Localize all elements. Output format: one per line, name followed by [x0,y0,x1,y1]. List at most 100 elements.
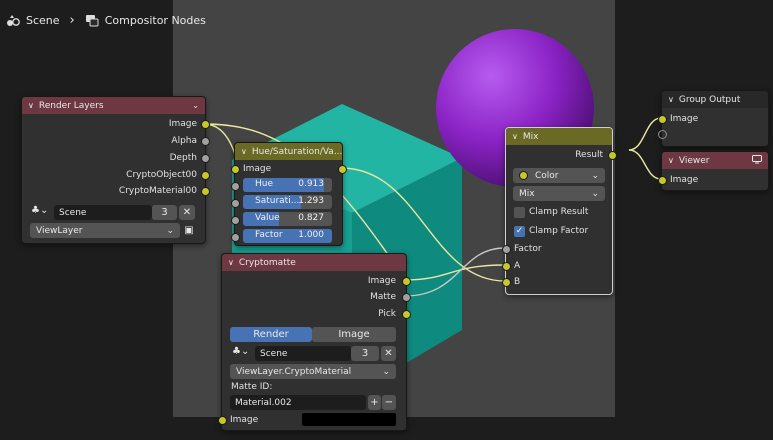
unlink-scene-button[interactable]: ✕ [179,205,195,220]
socket-matte-out[interactable] [402,293,411,302]
group-output-node[interactable]: ∨ Group Output Image [658,90,769,147]
breadcrumb-scene[interactable]: Scene [26,14,60,27]
socket-saturation-in[interactable] [231,199,240,208]
viewer-title: Viewer [678,155,710,166]
matte-id-field[interactable]: Material.002 [230,395,366,410]
view-layer-dropdown[interactable]: ViewLayer ⌄ [30,223,180,238]
collapse-chevron-icon[interactable]: ∨ [28,101,34,110]
socket-label: CryptoMaterial00 [118,186,197,196]
value-label: Value [255,213,280,223]
socket-a-in[interactable] [502,262,511,271]
collapse-chevron-icon[interactable]: ∨ [512,132,518,141]
cryptomatte-header[interactable]: ∨ Cryptomatte [222,254,406,271]
socket-image-out[interactable] [201,120,210,129]
add-matte-button[interactable]: + [368,395,381,410]
output-cryptomaterial: CryptoMaterial00 [119,184,197,198]
collapse-chevron-icon[interactable]: ∨ [668,156,674,165]
clamp-factor-checkbox[interactable]: ✓ [514,226,525,237]
blend-mode-dropdown[interactable]: Mix ⌄ [513,186,605,201]
mix-node[interactable]: ∨ Mix Result Color ⌄ Mix ⌄ Clamp Result ✓ … [502,127,617,295]
socket-factor-in[interactable] [231,233,240,242]
scene-users: 3 [161,207,168,218]
input-image: Image [243,162,271,176]
chevron-down-icon: ⌄ [591,188,599,199]
remove-matte-button[interactable]: − [382,395,396,410]
render-layers-node[interactable]: ∨ Render Layers ⌄ Image Alpha Depth Cryp… [21,96,210,244]
socket-depth-out[interactable] [201,154,210,163]
socket-image-in[interactable] [231,165,240,174]
scene-users-count[interactable]: 3 [351,346,379,361]
render-layer-button[interactable]: ▣ [182,223,196,238]
mix-header[interactable]: ∨ Mix [506,128,612,145]
close-icon: ✕ [182,207,192,218]
socket-cryptoobject-out[interactable] [201,171,210,180]
socket-hue-in[interactable] [231,182,240,191]
image-color-swatch[interactable] [302,413,396,426]
value-slider[interactable]: Value 0.827 [243,212,332,226]
socket-image-out[interactable] [338,165,347,174]
socket-empty-in[interactable] [658,130,667,139]
cryptomatte-node[interactable]: ∨ Cryptomatte Image Matte Pick Render Im… [218,253,411,431]
factor-slider[interactable]: Factor 1.000 [243,229,332,243]
layer-value: ViewLayer.CryptoMaterial [236,366,352,377]
group-output-header[interactable]: ∨ Group Output [662,91,768,108]
hue-value: 0.913 [298,179,324,189]
unlink-scene-button[interactable]: ✕ [381,346,396,361]
socket-factor-in[interactable] [502,245,511,254]
viewer-node[interactable]: ∨ Viewer Image [658,151,769,191]
saturation-slider[interactable]: Saturati... 1.293 [243,195,332,209]
color-type-icon [519,171,528,180]
socket-label: Pick [378,309,396,319]
checkmark-icon: ✓ [515,226,524,236]
socket-pick-out[interactable] [402,310,411,319]
hue-saturation-header[interactable]: ∨ Hue/Saturation/Va... [235,143,342,160]
socket-image-out[interactable] [402,277,411,286]
scene-users-count[interactable]: 3 [152,205,177,220]
socket-image-in[interactable] [658,176,667,185]
preview-toggle-icon[interactable]: ⌄ [192,101,199,110]
socket-label: Factor [514,244,542,254]
socket-label: Image [367,276,396,286]
breadcrumb-node-tree[interactable]: Compositor Nodes [105,14,206,27]
scene-selector-icon[interactable]: ♣⌄ [232,346,249,357]
socket-result-out[interactable] [608,151,617,160]
socket-b-in[interactable] [502,278,511,287]
collapse-chevron-icon[interactable]: ∨ [228,258,234,267]
socket-label: Matte [370,292,396,302]
scene-field[interactable]: Scene [255,346,351,361]
output-matte: Matte [370,290,396,304]
socket-image-in[interactable] [218,416,227,425]
layer-dropdown[interactable]: ViewLayer.CryptoMaterial ⌄ [230,364,396,379]
wire-mix-result-to-viewer [628,149,662,180]
node-tree-icon [85,13,99,27]
hue-slider[interactable]: Hue 0.913 [243,178,332,192]
plus-icon: + [370,397,379,408]
clamp-result-checkbox[interactable] [514,207,525,218]
socket-label: Depth [169,153,197,163]
scene-field[interactable]: Scene [54,205,152,220]
monitor-icon[interactable] [752,154,762,167]
socket-alpha-out[interactable] [201,137,210,146]
input-image: Image [230,413,258,427]
hue-label: Hue [255,179,274,189]
collapse-chevron-icon[interactable]: ∨ [668,95,674,104]
render-layers-header[interactable]: ∨ Render Layers ⌄ [22,97,205,114]
matte-id-label: Matte ID: [231,382,273,392]
mix-title: Mix [522,131,539,142]
socket-image-in[interactable] [658,115,667,124]
tab-render[interactable]: Render [230,327,312,342]
tab-image-label: Image [338,329,370,340]
data-type-dropdown[interactable]: Color ⌄ [513,168,605,183]
output-depth: Depth [170,151,197,165]
tab-image[interactable]: Image [312,327,396,342]
viewer-header[interactable]: ∨ Viewer [662,152,768,169]
socket-cryptomaterial-out[interactable] [201,187,210,196]
factor-value: 1.000 [298,230,324,240]
output-alpha: Alpha [171,134,197,148]
hue-saturation-node[interactable]: ∨ Hue/Saturation/Va... Image Hue 0.913 Sa… [231,142,347,246]
output-result: Result [575,148,603,162]
collapse-chevron-icon[interactable]: ∨ [241,147,247,156]
scene-selector-icon[interactable]: ♣⌄ [31,205,48,216]
input-factor: Factor [514,242,542,256]
socket-value-in[interactable] [231,216,240,225]
